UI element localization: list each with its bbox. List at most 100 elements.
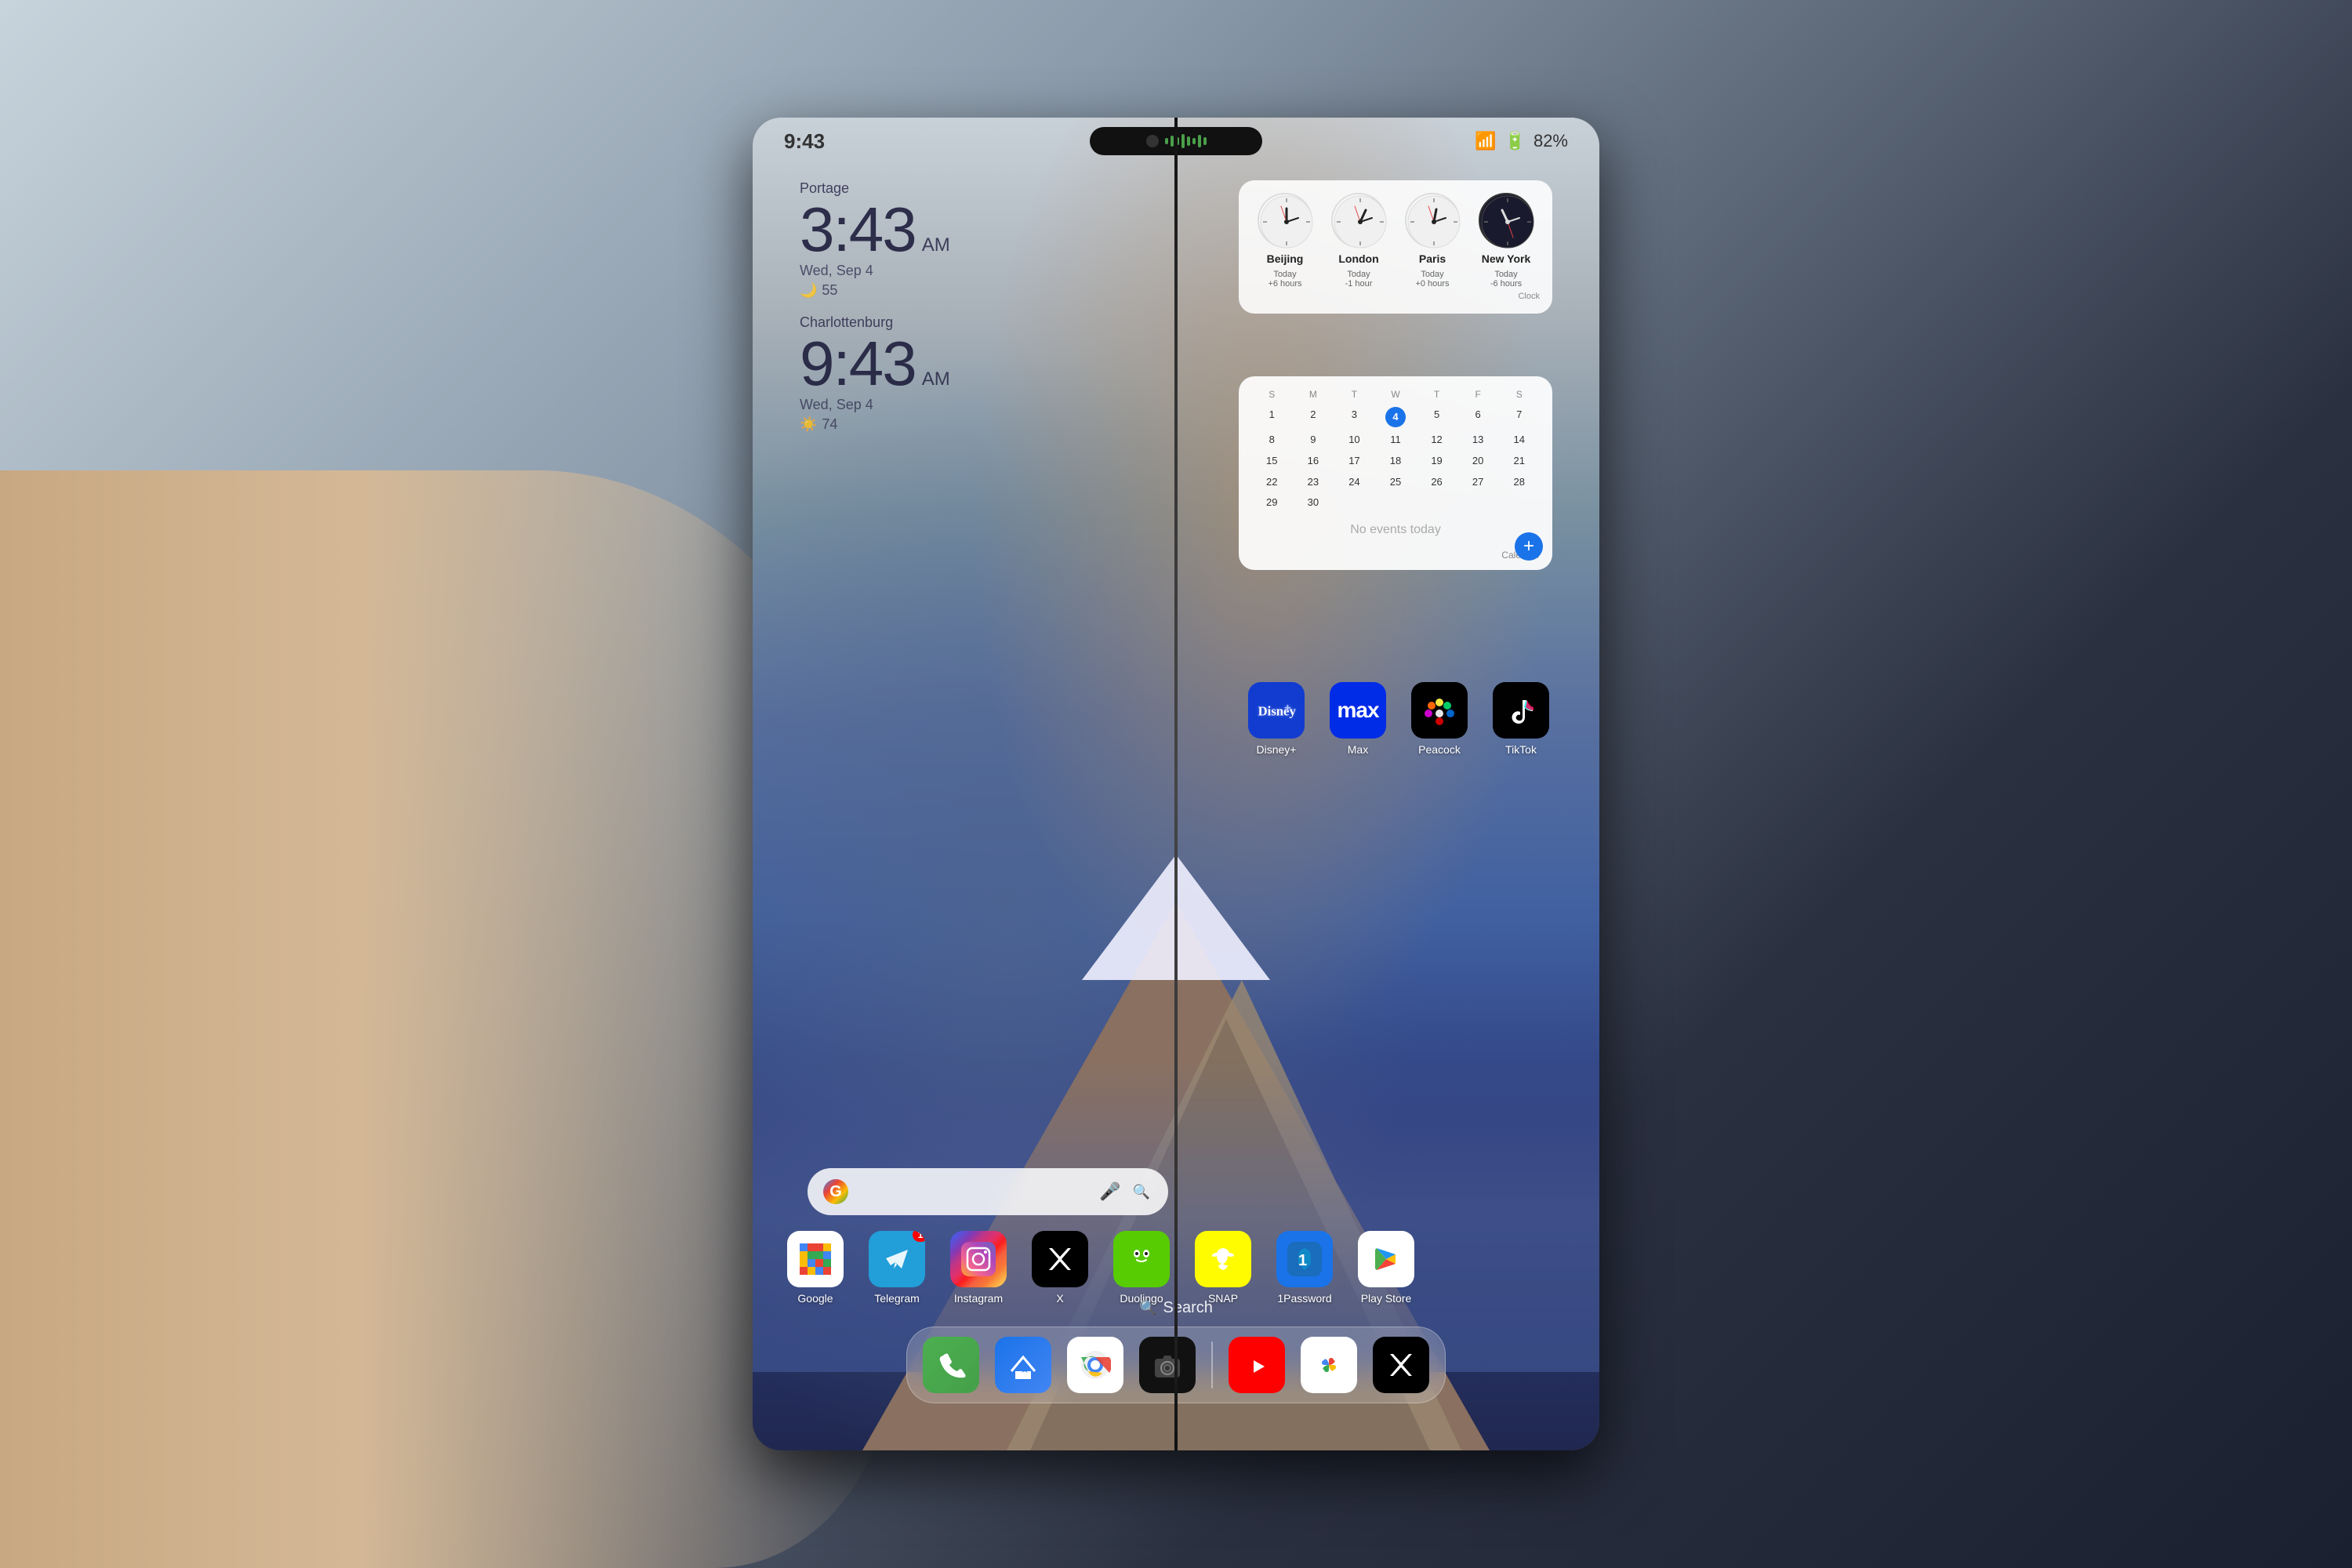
google-g-logo: G xyxy=(823,1179,848,1204)
cal-6: 6 xyxy=(1457,405,1499,430)
app-tiktok[interactable]: TikTok xyxy=(1490,682,1552,756)
weather-charlottenburg: ☀️ 74 xyxy=(800,416,950,433)
cal-day-S1: S xyxy=(1251,389,1293,400)
app-playstore[interactable]: Play Store xyxy=(1355,1231,1417,1305)
wc-city-london: London xyxy=(1338,252,1378,265)
app-telegram[interactable]: 1 Telegram xyxy=(866,1231,928,1305)
search-input[interactable] xyxy=(858,1168,1090,1215)
cal-28: 28 xyxy=(1498,472,1540,493)
battery-percent: 82% xyxy=(1534,131,1568,151)
wc-paris: Paris Today +0 hours xyxy=(1399,193,1466,289)
app-google-icon xyxy=(787,1231,844,1287)
app-1password-icon: 1 xyxy=(1276,1231,1333,1287)
audio-bar-6 xyxy=(1192,138,1196,144)
app-label-peacock: Peacock xyxy=(1418,743,1461,756)
cal-26: 26 xyxy=(1416,472,1457,493)
app-disney-icon: Disney + xyxy=(1248,682,1305,739)
cal-7: 7 xyxy=(1498,405,1540,430)
cal-15: 15 xyxy=(1251,451,1293,472)
wc-beijing: Beijing Today +6 hours xyxy=(1251,193,1319,289)
cal-19: 19 xyxy=(1416,451,1457,472)
cal-day-W: W xyxy=(1375,389,1417,400)
cal-2: 2 xyxy=(1293,405,1334,430)
dock-phone[interactable] xyxy=(923,1337,979,1393)
dock-x[interactable] xyxy=(1373,1337,1429,1393)
app-instagram[interactable]: Instagram xyxy=(947,1231,1010,1305)
clock-widget-label-row: Clock xyxy=(1251,292,1540,301)
cal-day-T2: T xyxy=(1416,389,1457,400)
weather-portage: 🌙 55 xyxy=(800,282,950,299)
cal-24: 24 xyxy=(1334,472,1375,493)
app-peacock[interactable]: Peacock xyxy=(1408,682,1471,756)
app-duolingo[interactable]: Duolingo xyxy=(1110,1231,1173,1305)
dock-photos[interactable] xyxy=(1301,1337,1357,1393)
app-label-telegram: Telegram xyxy=(874,1292,920,1305)
cal-12: 12 xyxy=(1416,430,1457,451)
left-clock-panel: Portage 3:43 AM Wed, Sep 4 🌙 55 Charlott… xyxy=(800,180,950,448)
wc-city-paris: Paris xyxy=(1419,252,1446,265)
world-clocks-widget[interactable]: Beijing Today +6 hours xyxy=(1239,180,1552,314)
cal-dim-5 xyxy=(1498,492,1540,514)
app-google[interactable]: Google xyxy=(784,1231,847,1305)
cal-day-S2: S xyxy=(1498,389,1540,400)
cal-11: 11 xyxy=(1375,430,1417,451)
microphone-icon[interactable]: 🎤 xyxy=(1099,1181,1121,1203)
dock-chrome[interactable] xyxy=(1067,1337,1123,1393)
app-label-instagram: Instagram xyxy=(954,1292,1003,1305)
wc-london: London Today -1 hour xyxy=(1325,193,1392,289)
cal-day-M: M xyxy=(1293,389,1334,400)
app-max[interactable]: max Max xyxy=(1327,682,1389,756)
wc-city-beijing: Beijing xyxy=(1267,252,1304,265)
right-app-panel: Disney + Disney+ max Max xyxy=(1239,682,1552,768)
ampm-charlottenburg: AM xyxy=(922,368,950,390)
cal-day-F: F xyxy=(1457,389,1499,400)
google-search-bar[interactable]: G 🎤 🔍 xyxy=(808,1168,1168,1215)
date-portage: Wed, Sep 4 xyxy=(800,263,950,279)
calendar-add-button[interactable]: + xyxy=(1515,532,1543,561)
app-disney-plus[interactable]: Disney + Disney+ xyxy=(1245,682,1308,756)
app-label-1password: 1Password xyxy=(1277,1292,1331,1305)
calendar-grid: 1 2 3 4 5 6 7 8 9 10 11 12 13 14 15 16 1… xyxy=(1251,405,1540,514)
app-label-google: Google xyxy=(797,1292,833,1305)
clock-widget-label: Clock xyxy=(1518,292,1540,301)
calendar-widget-label: Calendar xyxy=(1251,550,1540,561)
app-snap[interactable]: SNAP xyxy=(1192,1231,1254,1305)
app-instagram-icon xyxy=(950,1231,1007,1287)
cal-18: 18 xyxy=(1375,451,1417,472)
cal-1: 1 xyxy=(1251,405,1293,430)
cal-23: 23 xyxy=(1293,472,1334,493)
cal-30: 30 xyxy=(1293,492,1334,514)
dock-youtube[interactable] xyxy=(1229,1337,1285,1393)
calendar-widget[interactable]: S M T W T F S 1 2 3 4 5 6 7 8 9 10 xyxy=(1239,376,1552,570)
dock-divider xyxy=(1211,1341,1213,1388)
audio-wave xyxy=(1165,134,1207,148)
audio-bar-2 xyxy=(1171,136,1174,147)
camera-dot xyxy=(1146,135,1159,147)
app-1password[interactable]: 1 1Password xyxy=(1273,1231,1336,1305)
wc-city-newyork: New York xyxy=(1482,252,1531,265)
cal-5: 5 xyxy=(1416,405,1457,430)
no-events-label: No events today xyxy=(1251,514,1540,546)
cal-10: 10 xyxy=(1334,430,1375,451)
cal-4-today[interactable]: 4 xyxy=(1375,405,1417,430)
cal-9: 9 xyxy=(1293,430,1334,451)
app-telegram-icon: 1 xyxy=(869,1231,925,1287)
wc-label-beijing: Today +6 hours xyxy=(1268,270,1301,289)
cal-16: 16 xyxy=(1293,451,1334,472)
dock-email[interactable] xyxy=(995,1337,1051,1393)
sun-icon: ☀️ xyxy=(800,416,817,433)
search-label: Search xyxy=(1163,1299,1213,1317)
right-app-row-top: Disney + Disney+ max Max xyxy=(1239,682,1552,756)
lens-icon[interactable]: 🔍 xyxy=(1131,1181,1152,1203)
cal-17: 17 xyxy=(1334,451,1375,472)
phone-screen: 9:43 📶 🔋 82% Portage 3:43 AM Wed, Sep 4 … xyxy=(753,118,1599,1450)
dock-camera[interactable] xyxy=(1139,1337,1196,1393)
app-x[interactable]: X xyxy=(1029,1231,1091,1305)
cal-3: 3 xyxy=(1334,405,1375,430)
status-time-left: 9:43 xyxy=(784,129,825,154)
calendar-day-names: S M T W T F S xyxy=(1251,389,1540,400)
cal-dim-4 xyxy=(1457,492,1499,514)
audio-bar-4 xyxy=(1181,134,1185,148)
clock-portage: Portage 3:43 AM Wed, Sep 4 🌙 55 xyxy=(800,180,950,299)
cal-dim-2 xyxy=(1375,492,1417,514)
